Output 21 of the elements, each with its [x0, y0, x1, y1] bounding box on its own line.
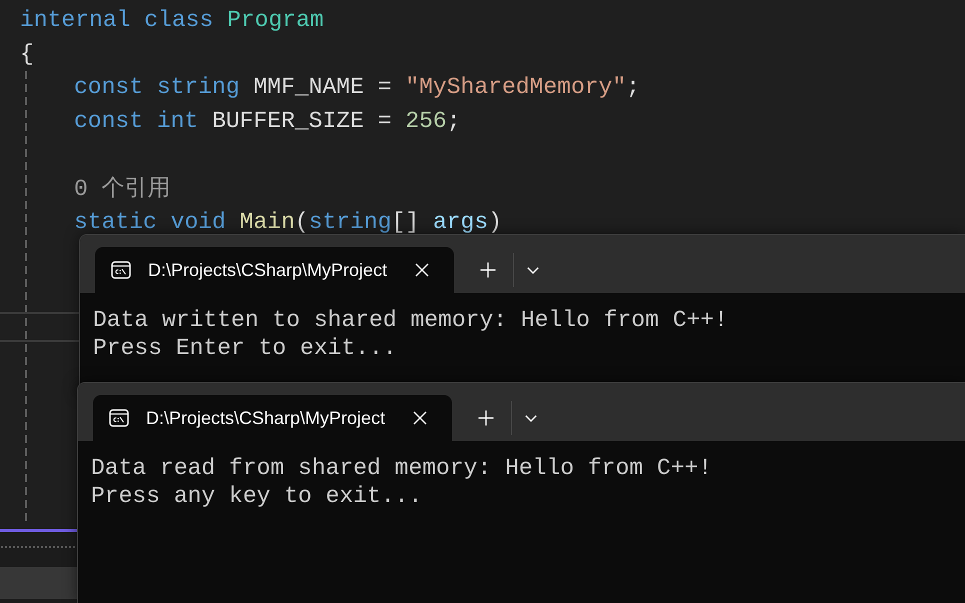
plus-icon: [478, 410, 494, 426]
code-line: static void Main(string[] args): [74, 208, 502, 238]
chevron-down-icon: [525, 414, 537, 422]
code-line: {: [20, 40, 34, 69]
code-line: internal class Program: [20, 6, 324, 35]
reference-count-link[interactable]: 0 个引用: [74, 172, 171, 206]
chevron-down-icon: [527, 266, 539, 274]
console-line: Press Enter to exit...: [93, 334, 397, 362]
console-line: Press any key to exit...: [91, 482, 422, 510]
console-line: Data written to shared memory: Hello from C++!: [93, 306, 728, 334]
code-line: const string MMF_NAME = "MySharedMemory";: [74, 73, 640, 102]
close-icon: [415, 263, 429, 277]
terminal-tab[interactable]: D:\Projects\CSharp\MyProject: [95, 247, 454, 293]
grip-icon: [0, 545, 78, 549]
terminal-tab[interactable]: D:\Projects\CSharp\MyProject: [93, 395, 452, 441]
close-icon: [413, 411, 427, 425]
terminal-icon: [109, 409, 129, 427]
code-line: const int BUFFER_SIZE = 256;: [74, 107, 461, 136]
console-line: Data read from shared memory: Hello from C++!: [91, 454, 712, 482]
plus-icon: [480, 262, 496, 278]
terminal-icon: [111, 261, 131, 279]
